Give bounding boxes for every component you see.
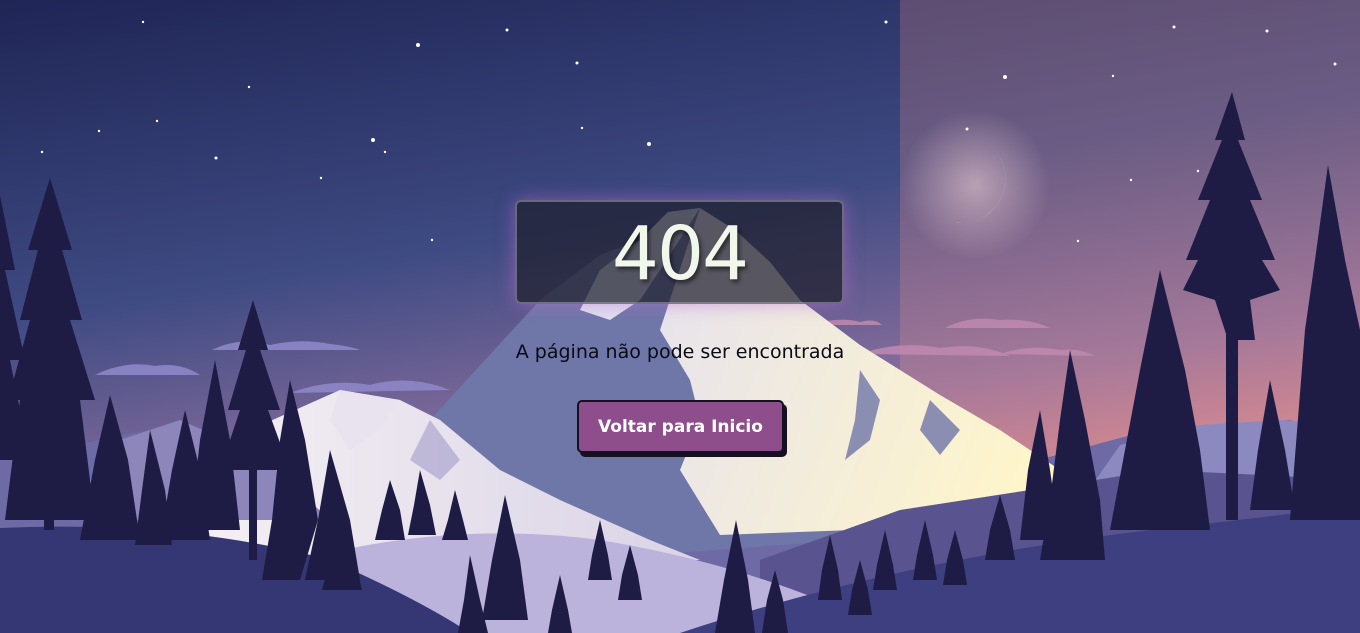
error-code: 404 (611, 211, 749, 297)
back-to-home-button[interactable]: Voltar para Inicio (577, 400, 784, 453)
error-message: A página não pode ser encontrada (515, 341, 845, 363)
night-mountain-background (0, 0, 1360, 633)
error-code-panel: 404 (515, 200, 844, 304)
